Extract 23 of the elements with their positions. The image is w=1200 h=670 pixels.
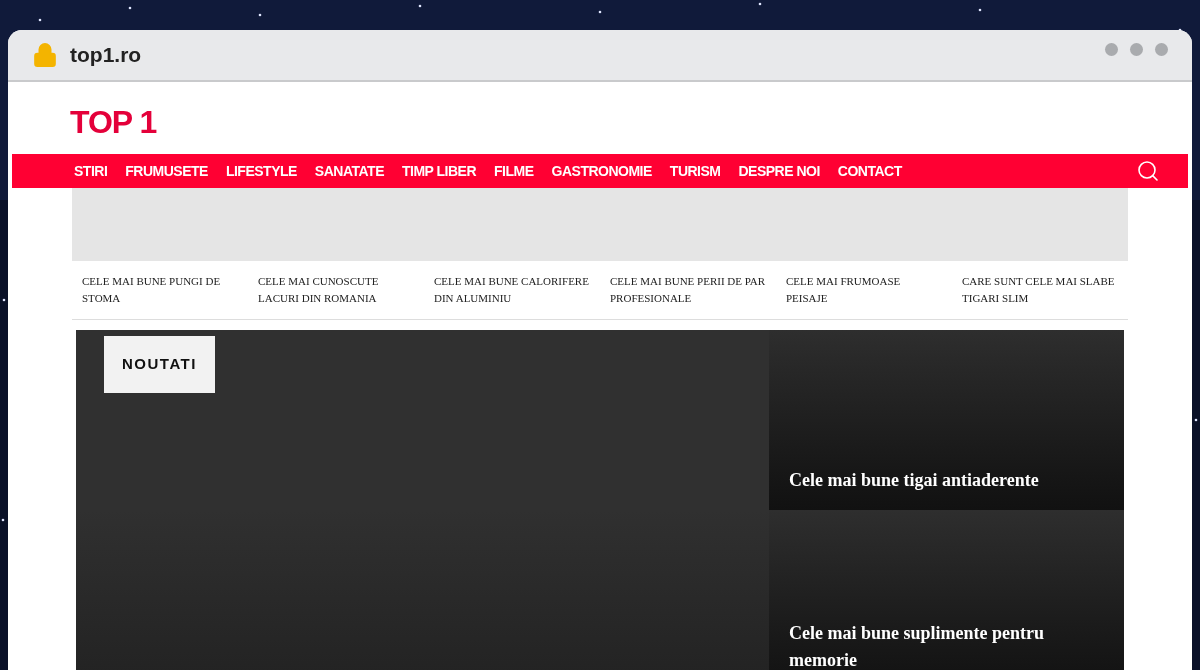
- card-title[interactable]: Cele mai bune suplimente pentru memorie: [789, 620, 1104, 670]
- nav-link[interactable]: STIRI: [74, 160, 108, 182]
- nav-link[interactable]: GASTRONOMIE: [551, 160, 652, 182]
- article-link[interactable]: CELE MAI BUNE CALORIFERE DIN ALUMINIU: [434, 273, 590, 307]
- nav-link[interactable]: TURISM: [669, 160, 721, 182]
- article-link[interactable]: CARE SUNT CELE MAI SLABE TIGARI SLIM: [962, 273, 1118, 307]
- lock-icon: [32, 42, 58, 68]
- article-link[interactable]: CELE MAI BUNE PUNGI DE STOMA: [82, 273, 238, 307]
- nav-link[interactable]: LIFESTYLE: [225, 160, 297, 182]
- nav-link[interactable]: FILME: [494, 160, 534, 182]
- card-title[interactable]: Cele mai bune tigai antiaderente: [789, 467, 1039, 494]
- nav-link[interactable]: DESPRE NOI: [738, 160, 820, 182]
- article-link[interactable]: CELE MAI CUNOSCUTE LACURI DIN ROMANIA: [258, 273, 414, 307]
- article-link[interactable]: CELE MAI BUNE PERII DE PAR PROFESIONALE: [610, 273, 766, 307]
- nav-link[interactable]: CONTACT: [837, 160, 902, 182]
- nav-link[interactable]: SANATATE: [314, 160, 384, 182]
- nav-link[interactable]: FRUMUSETE: [125, 160, 208, 182]
- site-logo[interactable]: TOP 1: [70, 104, 157, 140]
- article-link[interactable]: CELE MAI FRUMOASE PEISAJE: [786, 273, 942, 307]
- nav-link[interactable]: TIMP LIBER: [401, 160, 477, 182]
- url-text[interactable]: top1.ro: [70, 39, 142, 71]
- category-badge[interactable]: NOUTATI: [104, 336, 215, 393]
- search-icon[interactable]: [1136, 159, 1160, 183]
